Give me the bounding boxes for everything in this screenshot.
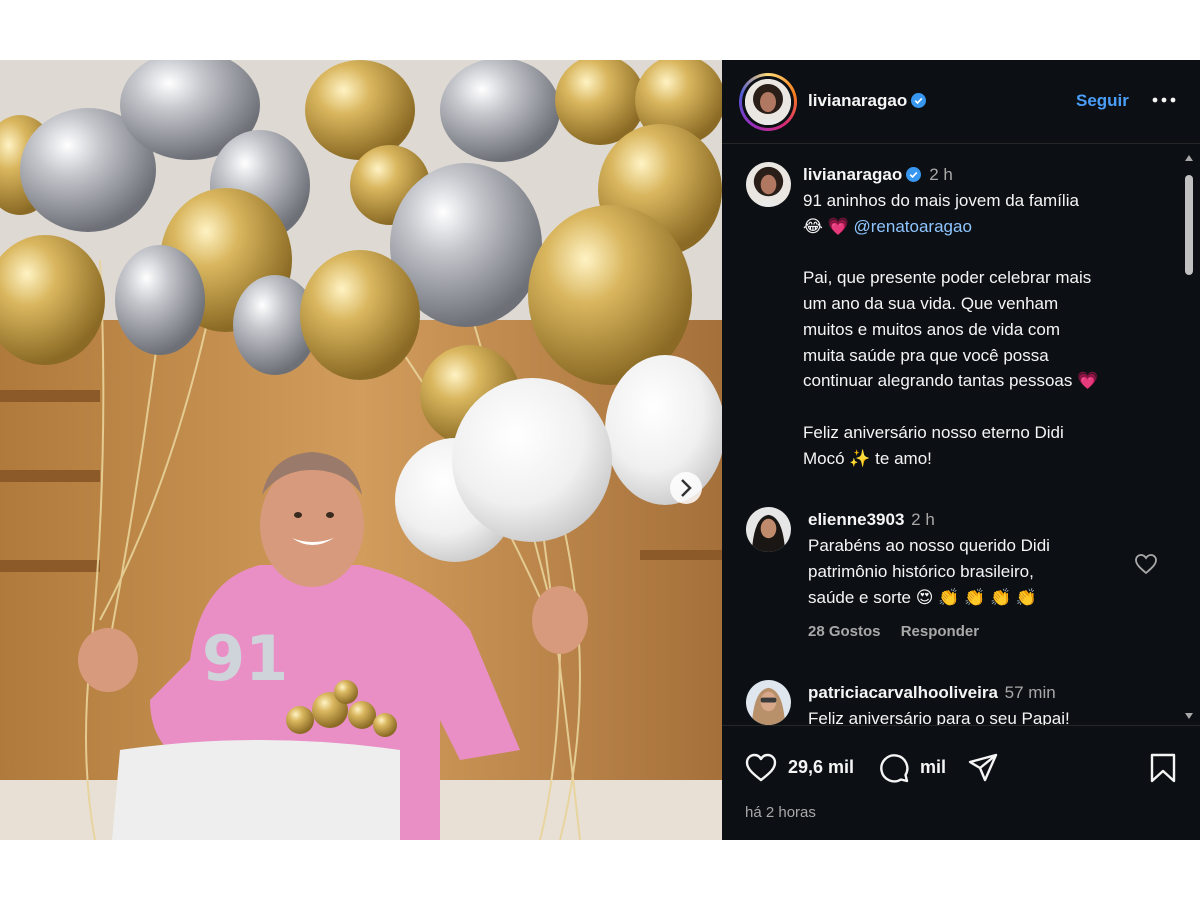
comment-text: Parabéns ao nosso querido Didi <box>808 536 1050 555</box>
verified-badge-icon <box>911 93 927 108</box>
story-avatar[interactable] <box>739 73 797 131</box>
username-text[interactable]: livianaragao <box>808 91 907 110</box>
bookmark-icon[interactable] <box>1146 751 1180 785</box>
post-header: livianaragao Seguir <box>722 60 1200 144</box>
mention-link[interactable]: @renatoaragao <box>854 217 972 236</box>
caption-line: 91 aninhos do mais jovem da família <box>803 190 1079 210</box>
scroll-down-icon[interactable] <box>1184 711 1194 721</box>
comment-time: 57 min <box>1004 683 1056 702</box>
comment-text: Feliz aniversário para o seu Papai! <box>808 709 1070 725</box>
caption-line: Mocó ✨ te amo! <box>803 448 932 468</box>
caption-emoji: 😂 💗 <box>803 216 849 236</box>
comment-text: patrimônio histórico brasileiro, <box>808 562 1034 581</box>
caption-line: muitos e muitos anos de vida com <box>803 319 1061 339</box>
avatar[interactable] <box>746 680 791 725</box>
reply-button[interactable]: Responder <box>901 623 979 640</box>
comment-heart-icon[interactable] <box>1134 553 1158 575</box>
caption-time: 2 h <box>929 165 953 184</box>
comment-count[interactable]: mil <box>920 757 946 778</box>
comment-username[interactable]: elienne3903 <box>808 510 904 529</box>
scrollbar[interactable] <box>1182 153 1196 721</box>
avatar <box>745 79 791 125</box>
avatar[interactable] <box>746 162 791 207</box>
like-count[interactable]: 29,6 mil <box>788 757 854 778</box>
post-panel: livianaragao Seguir livianaragao 2 h 91 a… <box>722 60 1200 840</box>
caption-username[interactable]: livianaragao <box>803 165 902 184</box>
caption-line: muita saúde pra que você possa <box>803 345 1049 365</box>
scrollbar-thumb[interactable] <box>1185 175 1193 275</box>
action-bar: 29,6 mil mil há 2 horas <box>722 725 1200 840</box>
follow-button[interactable]: Seguir <box>1076 91 1129 111</box>
candle-number: 91 <box>202 622 288 695</box>
header-username[interactable]: livianaragao <box>808 91 927 111</box>
caption-header: livianaragao 2 h <box>803 162 1173 188</box>
comment-icon[interactable] <box>877 751 911 785</box>
share-icon[interactable] <box>966 751 1000 785</box>
caption-line: Feliz aniversário nosso eterno Didi <box>803 422 1064 442</box>
caption-line: um ano da sua vida. Que venham <box>803 293 1059 313</box>
more-options-icon[interactable] <box>1150 90 1178 110</box>
heart-icon[interactable] <box>744 751 778 785</box>
scroll-up-icon[interactable] <box>1184 153 1194 163</box>
post-image: 91 <box>0 60 722 840</box>
post-photo[interactable]: 91 <box>0 60 722 840</box>
verified-badge-icon <box>906 167 922 182</box>
comment-username[interactable]: patriciacarvalhooliveira <box>808 683 998 702</box>
caption-line: Pai, que presente poder celebrar mais <box>803 268 1092 288</box>
next-arrow-icon[interactable] <box>670 472 702 504</box>
caption-line: 😂 💗 @renatoaragao <box>803 214 1173 240</box>
caption-line: continuar alegrando tantas pessoas 💗 <box>803 371 1099 391</box>
comments-scroll-area[interactable]: livianaragao 2 h 91 aninhos do mais jovem… <box>722 145 1200 725</box>
comment-text: saúde e sorte 😍 👏 👏 👏 👏 <box>808 588 1038 607</box>
posted-ago: há 2 horas <box>745 804 816 821</box>
avatar[interactable] <box>746 507 791 552</box>
comment-likes[interactable]: 28 Gostos <box>808 623 881 640</box>
comment-time: 2 h <box>911 510 935 529</box>
